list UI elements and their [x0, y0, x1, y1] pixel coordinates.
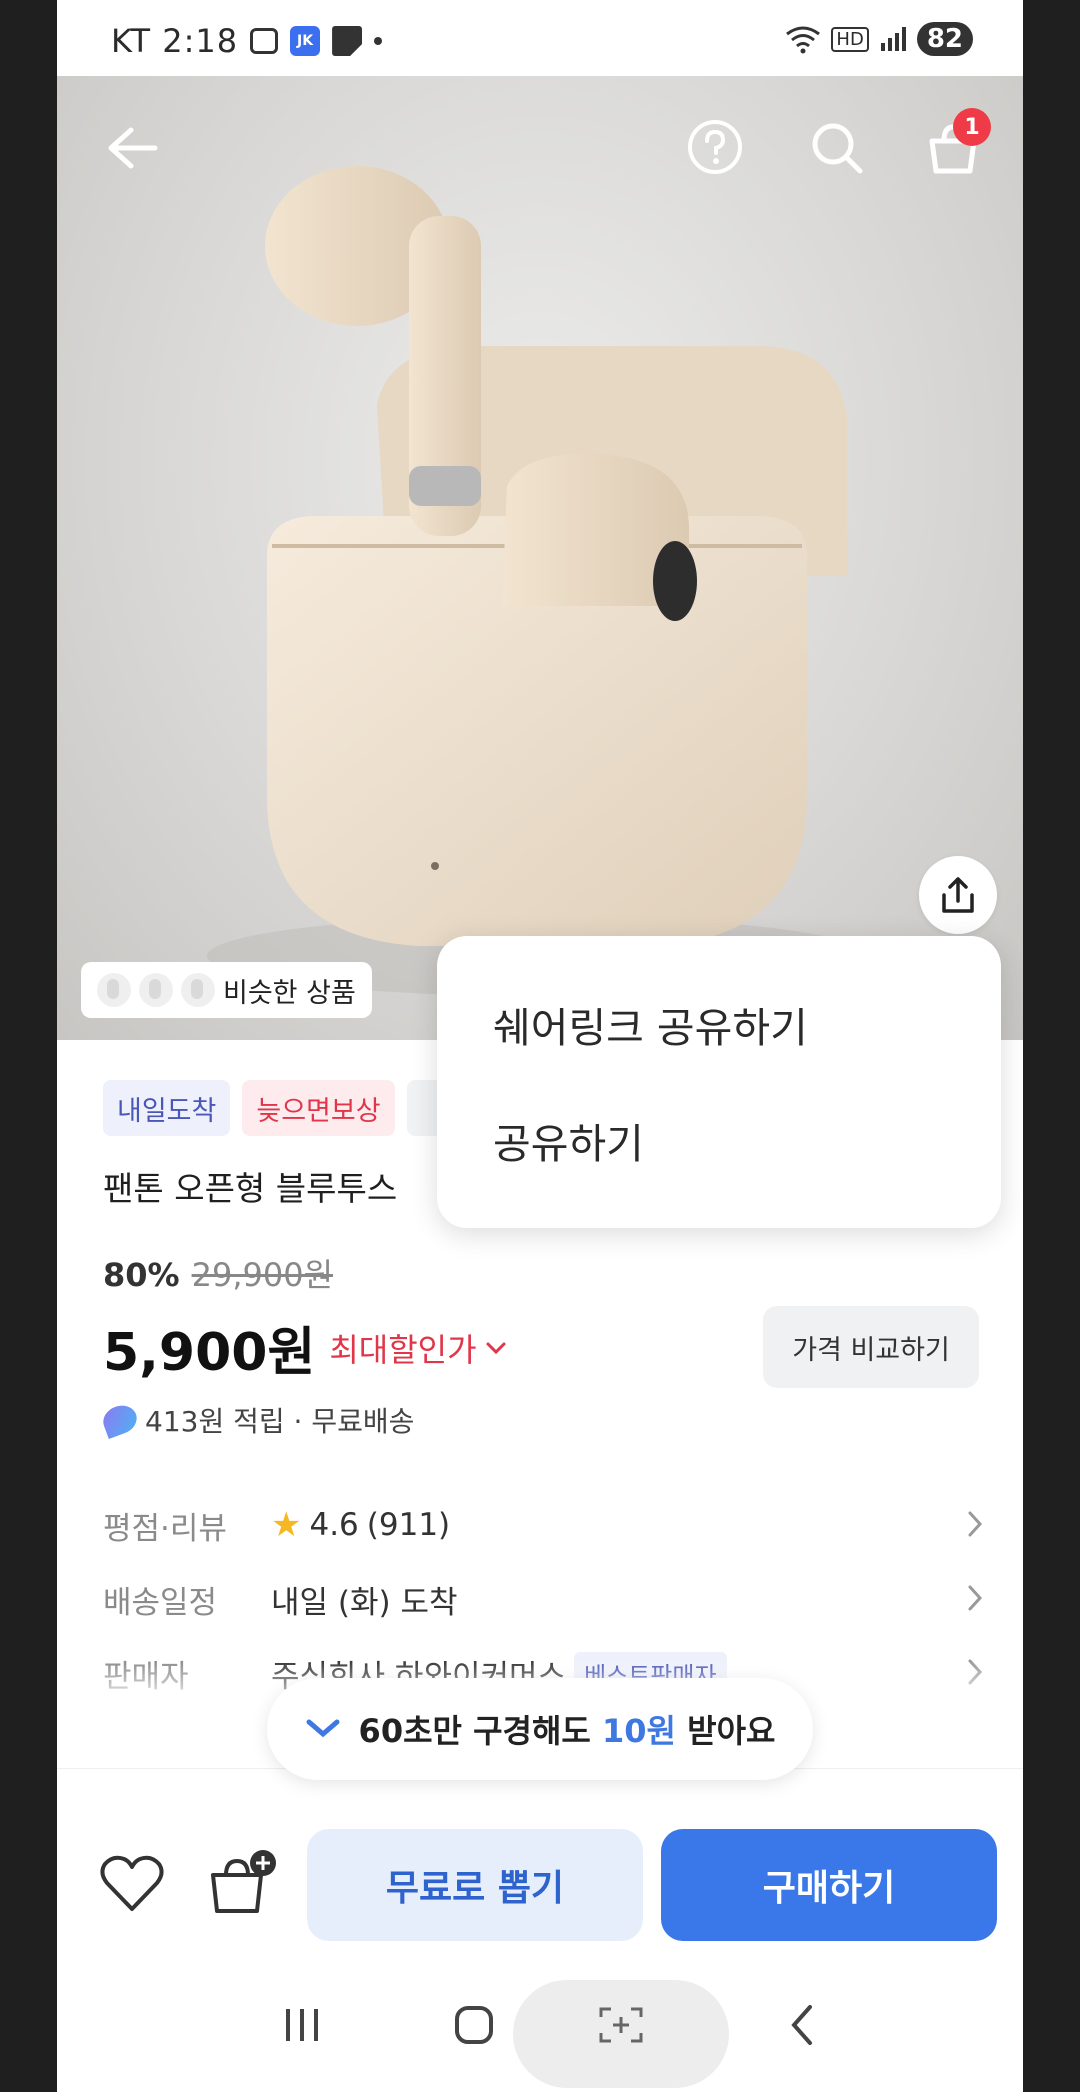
screenshot-icon — [250, 28, 279, 54]
home-button[interactable] — [429, 1980, 519, 2070]
hd-icon: HD — [831, 26, 869, 52]
original-price: 29,900원 — [191, 1256, 334, 1294]
more-notifications-dot — [374, 37, 383, 45]
question-icon — [688, 120, 742, 174]
share-option[interactable]: 공유하기 — [493, 1100, 644, 1180]
cart-button[interactable]: 1 — [921, 108, 991, 180]
share-link-option[interactable]: 쉐어링크 공유하기 — [493, 984, 808, 1064]
battery-indicator: 82 — [916, 22, 973, 56]
back-chevron-icon — [791, 2005, 812, 2045]
similar-products-label: 비슷한 상품 — [223, 977, 356, 1009]
back-button[interactable] — [101, 116, 165, 180]
recent-apps-icon — [286, 2009, 318, 2041]
reward-toast[interactable]: 60초만 구경해도 10원 받아요 — [267, 1678, 813, 1780]
signal-icon — [880, 27, 906, 51]
rating-review-row[interactable]: 평점·리뷰 ★ 4.6 (911) — [103, 1488, 983, 1562]
recent-apps-button[interactable] — [257, 1980, 347, 2070]
similar-thumb-2 — [139, 973, 173, 1007]
sale-price: 5,900원 — [103, 1323, 316, 1383]
points-row: 413원 적립 · 무료배송 — [99, 1400, 415, 1440]
tag-next-day: 내일도착 — [103, 1080, 231, 1136]
system-nav-bar — [57, 1960, 1023, 2092]
star-icon: ★ — [271, 1505, 302, 1545]
capture-icon — [599, 2007, 643, 2043]
add-to-cart-button[interactable] — [207, 1849, 279, 1915]
free-draw-button[interactable]: 무료로 뽑기 — [307, 1829, 643, 1941]
similar-products-chip[interactable]: 비슷한 상품 — [81, 962, 372, 1018]
wishlist-button[interactable] — [99, 1853, 165, 1913]
share-menu: 쉐어링크 공유하기 공유하기 — [437, 936, 1001, 1228]
help-button[interactable] — [683, 116, 747, 180]
app-notification-icon: JK — [290, 26, 321, 56]
wifi-icon — [786, 26, 821, 54]
delivery-label: 배송일정 — [103, 1584, 218, 1621]
purchase-action-bar: 무료로 뽑기 구매하기 — [57, 1768, 1023, 1948]
price-row: 5,900원 최대할인가 — [103, 1310, 507, 1385]
status-right: HD 82 — [785, 22, 973, 56]
tag-late-compensation: 늦으면보상 — [242, 1080, 395, 1136]
buy-button[interactable]: 구매하기 — [661, 1829, 997, 1941]
discount-percent: 80% — [103, 1256, 180, 1294]
share-button[interactable] — [919, 856, 997, 934]
product-image[interactable]: 1 비슷한 상품 — [57, 76, 1023, 1040]
chevron-right-icon — [968, 1511, 983, 1537]
phone-screen: KT 2:18 JK HD 82 1 비슷한 상품 내일도착 늦으면보상 팬톤 … — [57, 0, 1023, 2092]
earbuds-product-photo — [207, 166, 867, 996]
status-left: KT 2:18 JK — [111, 22, 383, 60]
max-discount-toggle[interactable]: 최대할인가 — [329, 1325, 506, 1371]
rating-score: 4.6 — [309, 1507, 359, 1543]
toast-message: 60초만 구경해도 10원 받아요 — [358, 1712, 776, 1750]
product-tags: 내일도착 늦으면보상 — [103, 1080, 447, 1136]
delivery-schedule-row[interactable]: 배송일정 내일 (화) 도착 — [103, 1562, 983, 1636]
search-button[interactable] — [805, 116, 869, 180]
home-icon — [455, 2006, 493, 2044]
status-bar: KT 2:18 JK HD 82 — [57, 0, 1023, 76]
review-count: (911) — [366, 1507, 451, 1543]
note-icon — [332, 26, 363, 56]
chevron-right-icon — [968, 1585, 983, 1611]
back-arrow-icon — [108, 127, 158, 169]
points-icon — [99, 1401, 141, 1439]
product-title: 팬톤 오픈형 블루투스 — [103, 1169, 398, 1208]
points-shipping-text: 413원 적립 · 무료배송 — [145, 1405, 415, 1438]
back-nav-button[interactable] — [757, 1980, 847, 2070]
max-discount-label: 최대할인가 — [329, 1330, 477, 1369]
rating-value: ★ 4.6 (911) — [271, 1505, 450, 1545]
similar-thumb-3 — [181, 973, 215, 1007]
similar-thumb-1 — [97, 973, 131, 1007]
cart-count-badge: 1 — [953, 108, 991, 146]
price-compare-button[interactable]: 가격 비교하기 — [763, 1306, 979, 1388]
delivery-value: 내일 (화) 도착 — [271, 1584, 458, 1621]
rating-label: 평점·리뷰 — [103, 1510, 227, 1547]
heart-icon — [100, 1855, 164, 1911]
cart-add-icon — [211, 1850, 276, 1913]
search-icon — [812, 123, 863, 174]
chevron-down-icon — [486, 1342, 506, 1354]
share-icon — [942, 877, 974, 913]
chevron-down-icon — [306, 1719, 340, 1738]
carrier-time: KT 2:18 — [111, 22, 239, 60]
discount-row: 80% 29,900원 — [103, 1250, 333, 1296]
capture-button[interactable] — [576, 1980, 666, 2070]
